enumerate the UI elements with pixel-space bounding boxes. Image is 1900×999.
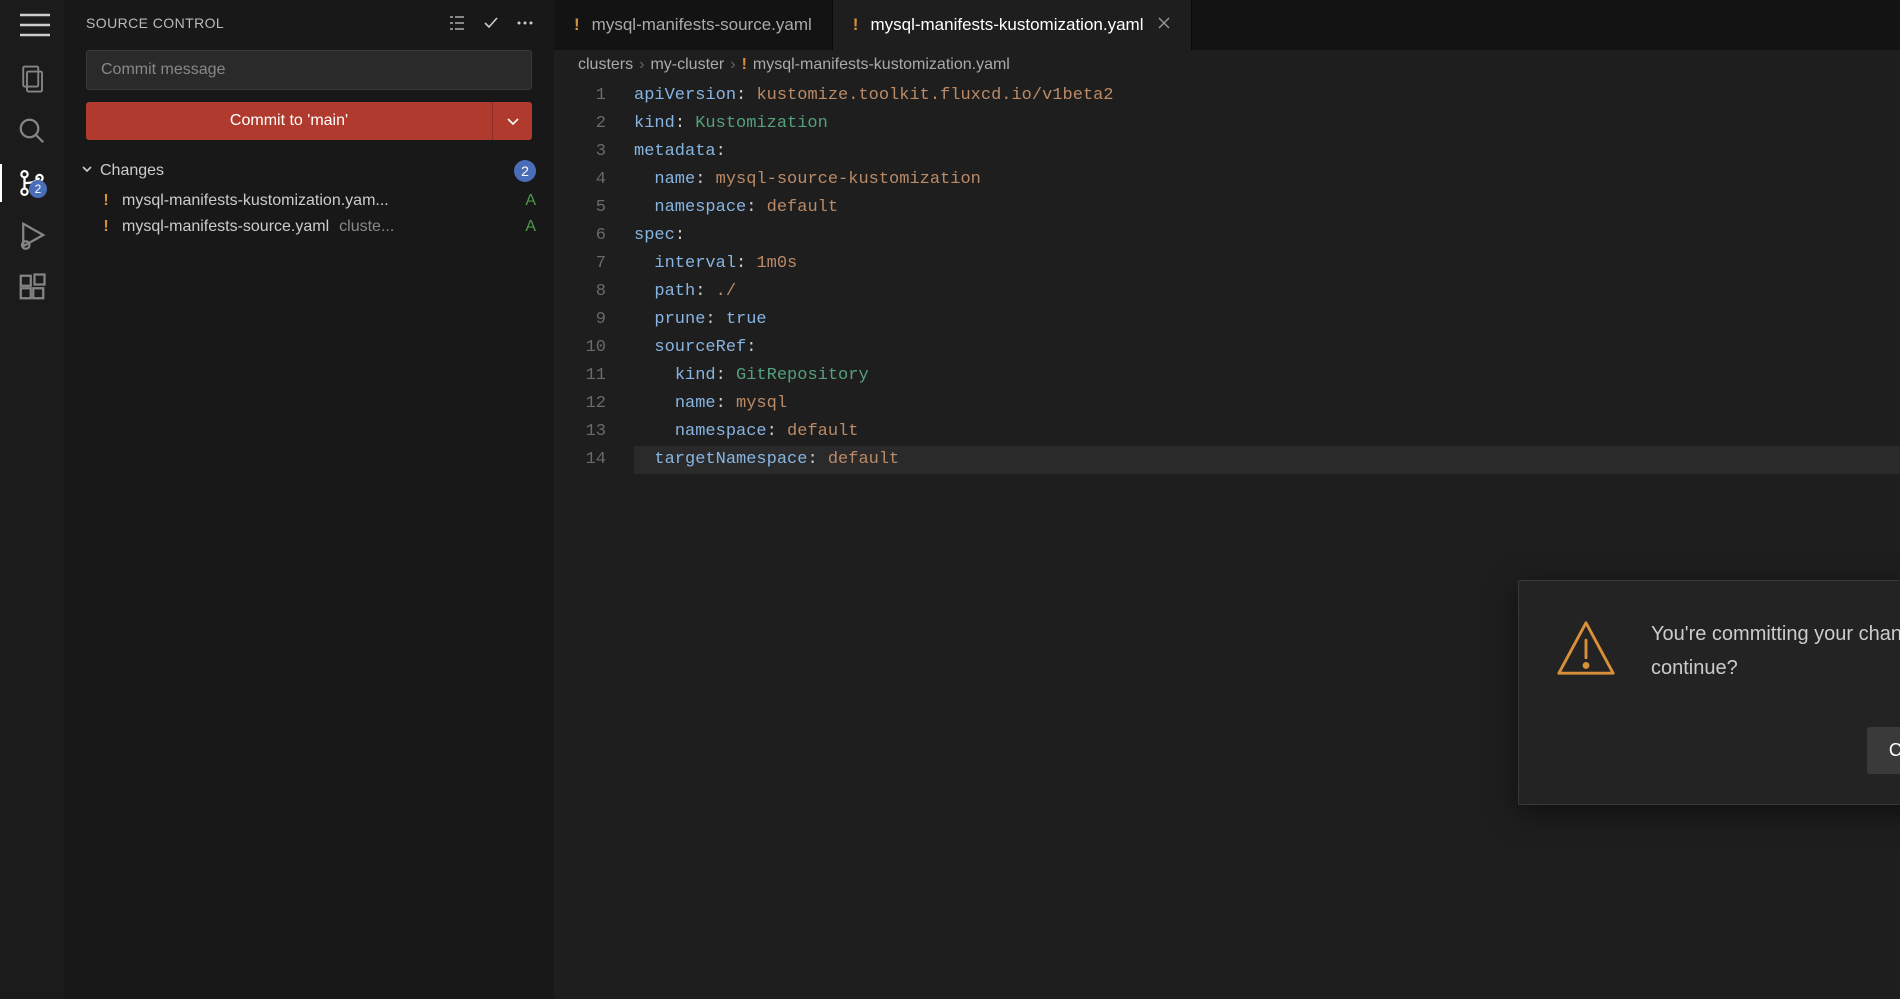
panel-title: SOURCE CONTROL (86, 15, 434, 31)
change-row[interactable]: ! mysql-manifests-kustomization.yam... A (64, 188, 554, 214)
editor-area: ! mysql-manifests-source.yaml ! mysql-ma… (554, 0, 1900, 999)
changes-count-badge: 2 (514, 160, 536, 182)
view-as-tree-icon[interactable] (446, 12, 468, 34)
code-editor[interactable]: 1234567891011121314 apiVersion: kustomiz… (554, 80, 1900, 474)
warning-icon (1555, 617, 1617, 684)
source-control-panel: SOURCE CONTROL Commit to 'main' Changes … (64, 0, 554, 999)
file-status-badge: A (525, 192, 536, 210)
commit-button[interactable]: Commit to 'main' (86, 102, 492, 140)
chevron-right-icon: › (639, 56, 644, 74)
extensions-icon[interactable] (13, 268, 51, 306)
modified-marker-icon: ! (98, 192, 114, 210)
dialog-message: You're committing your changes to the de… (1651, 617, 1900, 685)
scm-badge: 2 (29, 180, 47, 198)
tab-bar: ! mysql-manifests-source.yaml ! mysql-ma… (554, 0, 1900, 50)
explorer-icon[interactable] (13, 60, 51, 98)
more-actions-icon[interactable] (514, 12, 536, 34)
yaml-file-icon: ! (853, 15, 859, 35)
activity-bar: 2 (0, 0, 64, 999)
search-icon[interactable] (13, 112, 51, 150)
tab-kustomization[interactable]: ! mysql-manifests-kustomization.yaml (833, 0, 1193, 50)
breadcrumb[interactable]: clusters › my-cluster › ! mysql-manifest… (554, 50, 1900, 80)
source-control-icon[interactable]: 2 (13, 164, 51, 202)
changes-section-header[interactable]: Changes 2 (64, 154, 554, 188)
chevron-down-icon (80, 162, 100, 181)
file-status-badge: A (525, 218, 536, 236)
chevron-right-icon: › (730, 56, 735, 74)
commit-more-button[interactable] (492, 102, 532, 140)
commit-warning-dialog: You're committing your changes to the de… (1518, 580, 1900, 805)
create-branch-button[interactable]: Create new branch (1867, 727, 1900, 774)
yaml-file-icon: ! (574, 15, 580, 35)
commit-message-input[interactable] (86, 50, 532, 90)
tab-source[interactable]: ! mysql-manifests-source.yaml (554, 0, 833, 50)
modified-marker-icon: ! (98, 218, 114, 236)
commit-check-icon[interactable] (480, 12, 502, 34)
commit-message-input-wrap (86, 50, 532, 90)
run-debug-icon[interactable] (13, 216, 51, 254)
close-tab-icon[interactable] (1157, 15, 1171, 35)
change-row[interactable]: ! mysql-manifests-source.yaml cluste... … (64, 214, 554, 240)
yaml-file-icon: ! (742, 56, 747, 74)
menu-icon[interactable] (20, 10, 44, 28)
